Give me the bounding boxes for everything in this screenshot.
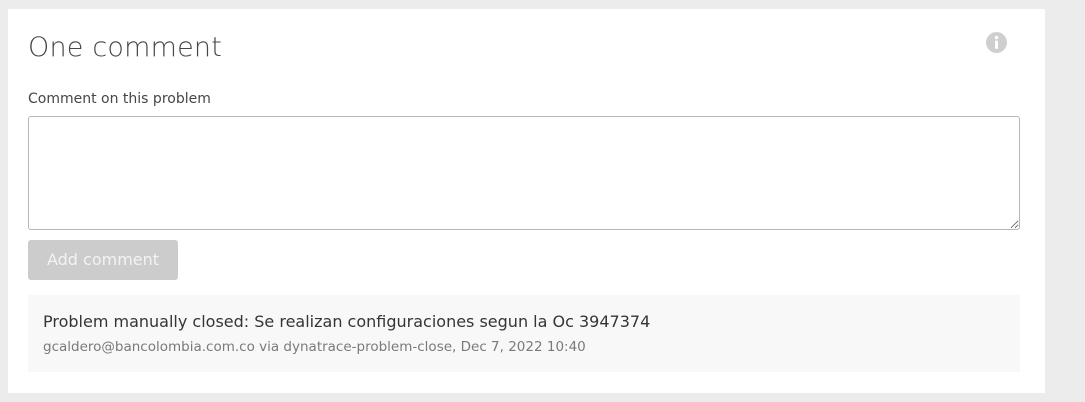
info-icon-graphic bbox=[986, 32, 1007, 53]
comments-panel: One comment Comment on this problem Add … bbox=[8, 9, 1045, 393]
add-comment-button[interactable]: Add comment bbox=[28, 240, 178, 280]
comment-textarea[interactable] bbox=[28, 116, 1020, 230]
comment-meta: gcaldero@bancolombia.com.co via dynatrac… bbox=[43, 339, 586, 355]
comment-list-item: Problem manually closed: Se realizan con… bbox=[28, 295, 1020, 372]
info-icon[interactable] bbox=[986, 32, 1007, 53]
comment-field-label: Comment on this problem bbox=[28, 91, 211, 107]
panel-title: One comment bbox=[28, 32, 223, 63]
comment-text: Problem manually closed: Se realizan con… bbox=[43, 312, 651, 331]
